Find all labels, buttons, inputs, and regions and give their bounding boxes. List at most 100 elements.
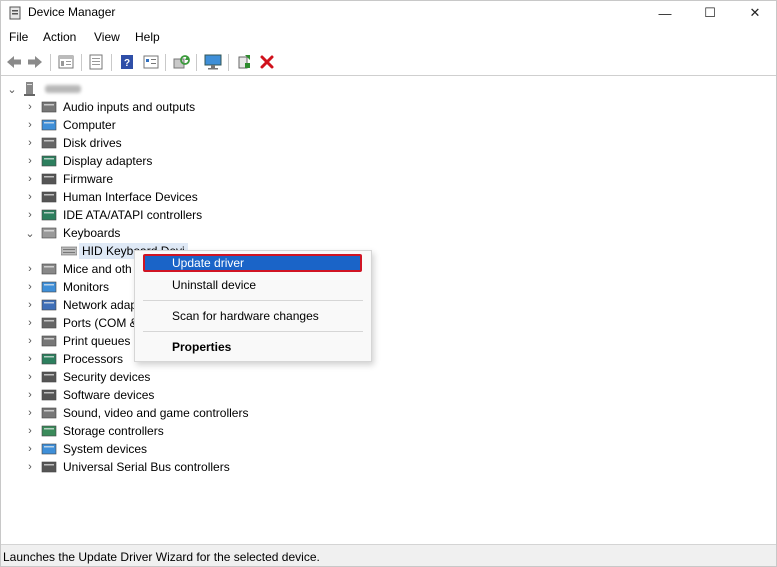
chevron-right-icon[interactable]: › xyxy=(25,332,35,350)
chevron-down-icon[interactable]: ⌄ xyxy=(25,224,35,242)
tree-category[interactable]: › Firmware xyxy=(1,170,261,188)
software-device-icon xyxy=(41,389,57,401)
update-driver-button[interactable] xyxy=(234,52,254,72)
chevron-right-icon[interactable]: › xyxy=(25,116,35,134)
show-hide-console-tree-button[interactable] xyxy=(56,52,76,72)
chevron-right-icon[interactable]: › xyxy=(25,278,35,296)
chevron-down-icon[interactable]: ⌄ xyxy=(7,80,17,98)
tree-category[interactable]: › Disk drives xyxy=(1,134,261,152)
chevron-right-icon[interactable]: › xyxy=(25,134,35,152)
back-arrow-icon xyxy=(7,56,21,68)
minimize-button[interactable]: — xyxy=(642,1,688,25)
close-button[interactable]: ✕ xyxy=(732,1,777,25)
tree-category-label: Monitors xyxy=(63,280,110,294)
menu-update-driver[interactable]: Update driver xyxy=(172,256,244,270)
status-bar: Launches the Update Driver Wizard for th… xyxy=(1,544,776,566)
tree-category[interactable]: › Security devices xyxy=(1,368,261,386)
tree-category[interactable]: › Sound, video and game controllers xyxy=(1,404,261,422)
context-menu: Update driver Uninstall device Scan for … xyxy=(134,250,372,362)
tree-category-label: Universal Serial Bus controllers xyxy=(63,460,230,474)
menu-file[interactable]: File xyxy=(9,30,28,44)
tree-category-label: Security devices xyxy=(63,370,151,384)
chevron-right-icon[interactable]: › xyxy=(25,440,35,458)
computer-icon xyxy=(24,82,35,96)
chevron-right-icon[interactable]: › xyxy=(25,368,35,386)
close-icon: ✕ xyxy=(749,5,761,20)
hid-icon xyxy=(41,191,57,203)
tree-category[interactable]: › Computer xyxy=(1,116,261,134)
chevron-right-icon[interactable]: › xyxy=(25,152,35,170)
tree-category-label: Sound, video and game controllers xyxy=(63,406,249,420)
chevron-right-icon[interactable]: › xyxy=(25,296,35,314)
properties-button[interactable] xyxy=(141,52,161,72)
tree-root[interactable]: ⌄ xyxy=(1,80,201,98)
tree-category-label: Print queues xyxy=(63,334,131,348)
monitor-icon xyxy=(41,281,57,293)
view-button[interactable] xyxy=(86,52,106,72)
display-adapter-icon xyxy=(41,155,57,167)
back-button[interactable] xyxy=(4,52,24,72)
chevron-right-icon[interactable]: › xyxy=(25,170,35,188)
tree-category[interactable]: › Storage controllers xyxy=(1,422,261,440)
chevron-right-icon[interactable]: › xyxy=(25,260,35,278)
window-title: Device Manager xyxy=(28,5,116,19)
storage-controller-icon xyxy=(41,425,57,437)
display-button[interactable] xyxy=(203,52,223,72)
scan-hardware-button[interactable] xyxy=(171,52,191,72)
update-driver-icon xyxy=(238,55,250,69)
tree-category[interactable]: ⌄ Keyboards xyxy=(1,224,261,242)
menu-separator xyxy=(143,300,363,301)
device-manager-app-icon xyxy=(9,6,21,20)
toolbar-separator xyxy=(228,54,229,71)
computer-icon xyxy=(41,119,57,131)
tree-category-label: Ports (COM & xyxy=(63,316,138,330)
tree-category[interactable]: › Human Interface Devices xyxy=(1,188,261,206)
speaker-icon xyxy=(41,101,57,113)
tree-category-label: Firmware xyxy=(63,172,113,186)
chevron-right-icon[interactable]: › xyxy=(25,314,35,332)
usb-icon xyxy=(41,461,57,473)
menu-view[interactable]: View xyxy=(94,30,120,44)
svg-text:?: ? xyxy=(124,58,130,69)
status-text: Launches the Update Driver Wizard for th… xyxy=(3,550,320,564)
title-bar: Device Manager — ☐ ✕ xyxy=(1,1,776,25)
uninstall-button[interactable] xyxy=(257,52,277,72)
tree-category[interactable]: › System devices xyxy=(1,440,261,458)
sound-icon xyxy=(41,407,57,419)
menu-action[interactable]: Action xyxy=(43,30,76,44)
chevron-right-icon[interactable]: › xyxy=(25,458,35,476)
tree-category-label: Disk drives xyxy=(63,136,122,150)
help-button[interactable]: ? xyxy=(117,52,137,72)
chevron-right-icon[interactable]: › xyxy=(25,422,35,440)
chevron-right-icon[interactable]: › xyxy=(25,98,35,116)
keyboard-icon xyxy=(41,227,57,239)
firmware-icon xyxy=(41,173,57,185)
disk-drive-icon xyxy=(41,137,57,149)
chevron-right-icon[interactable]: › xyxy=(25,206,35,224)
chevron-right-icon[interactable]: › xyxy=(25,404,35,422)
properties-sheet-icon xyxy=(58,55,74,69)
menu-help[interactable]: Help xyxy=(135,30,160,44)
chevron-right-icon[interactable]: › xyxy=(25,350,35,368)
forward-button[interactable] xyxy=(25,52,45,72)
toolbar-separator xyxy=(165,54,166,71)
scan-hardware-icon xyxy=(173,55,190,69)
tree-category[interactable]: › Display adapters xyxy=(1,152,261,170)
tree-category[interactable]: › IDE ATA/ATAPI controllers xyxy=(1,206,261,224)
tree-category-label: Storage controllers xyxy=(63,424,164,438)
tree-category[interactable]: › Universal Serial Bus controllers xyxy=(1,458,261,476)
system-device-icon xyxy=(41,443,57,455)
chevron-right-icon[interactable]: › xyxy=(25,188,35,206)
tree-category[interactable]: › Software devices xyxy=(1,386,261,404)
menu-scan-hardware-changes[interactable]: Scan for hardware changes xyxy=(172,309,319,323)
tree-category[interactable]: › Audio inputs and outputs xyxy=(1,98,261,116)
tree-category-label: Mice and oth xyxy=(63,262,132,276)
maximize-icon: ☐ xyxy=(704,5,716,20)
menu-properties[interactable]: Properties xyxy=(172,340,231,354)
maximize-button[interactable]: ☐ xyxy=(687,1,733,25)
toolbar-separator xyxy=(196,54,197,71)
chevron-right-icon[interactable]: › xyxy=(25,386,35,404)
tree-category-label: Processors xyxy=(63,352,124,366)
menu-uninstall-device[interactable]: Uninstall device xyxy=(172,278,256,292)
toolbar-separator xyxy=(81,54,82,71)
